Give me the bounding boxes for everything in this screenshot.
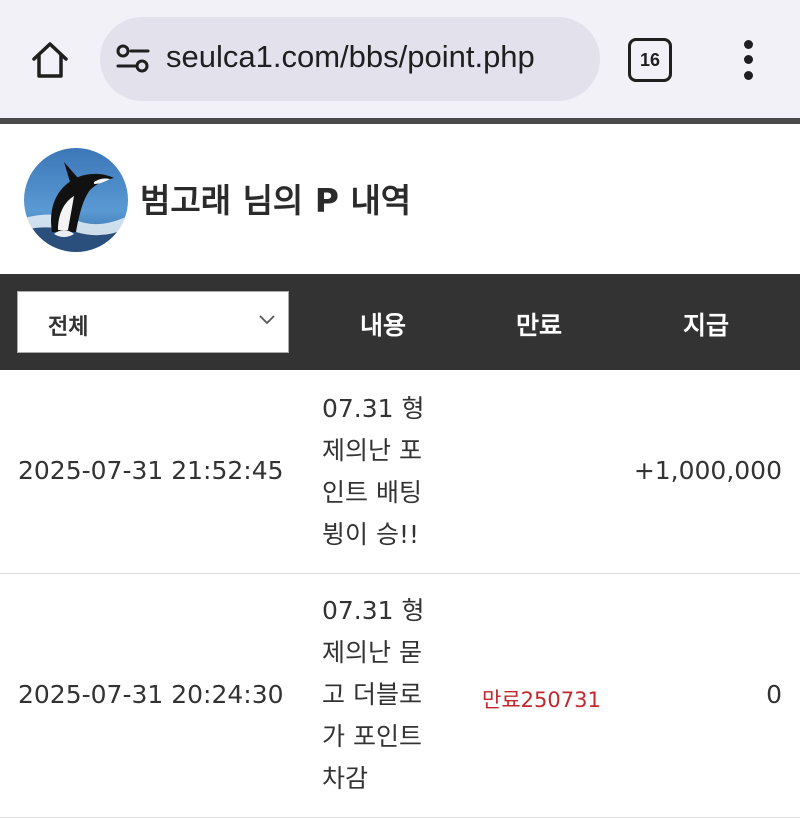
tune-icon[interactable]: [116, 43, 150, 75]
row-content-line: 고 더블로: [322, 680, 422, 709]
row-content-line: 뷩이 승!!: [322, 520, 419, 549]
row-amount: +1,000,000: [633, 456, 782, 485]
row-expire: 만료250731: [482, 688, 601, 712]
table-row: 2025-07-31 21:52:45 07.31 형 제의난 포 인트 배팅 …: [0, 370, 800, 574]
chevron-down-icon: [259, 315, 275, 325]
avatar[interactable]: [24, 148, 128, 252]
address-bar[interactable]: seulca1.com/bbs/point.php: [100, 17, 600, 101]
url-text[interactable]: seulca1.com/bbs/point.php: [166, 39, 535, 75]
table-row: 2025-07-31 20:24:30 07.31 형 제의난 묻 고 더블로 …: [0, 574, 800, 818]
row-amount: 0: [766, 680, 782, 709]
column-header-content: 내용: [360, 311, 407, 340]
row-datetime: 2025-07-31 21:52:45: [18, 456, 284, 485]
profile-header: 범고래 님의 P 내역: [0, 124, 800, 274]
row-content: 07.31 형 제의난 묻 고 더블로 가 포인트 차감: [322, 590, 434, 800]
filter-dropdown[interactable]: 전체: [17, 291, 289, 353]
row-content-line: 07.31 형: [322, 596, 425, 625]
column-header-amount: 지급: [683, 311, 730, 340]
tab-count: 16: [639, 49, 661, 70]
row-content-line: 제의난 포: [322, 436, 422, 465]
more-vert-icon[interactable]: [734, 38, 764, 82]
page-title: 범고래 님의 P 내역: [140, 181, 412, 220]
tab-switcher-icon[interactable]: 16: [628, 38, 672, 82]
row-content-line: 07.31 형: [322, 394, 425, 423]
row-datetime: 2025-07-31 20:24:30: [18, 680, 284, 709]
row-content-line: 인트 배팅: [322, 478, 422, 507]
home-icon[interactable]: [28, 38, 72, 82]
column-header-expire: 만료: [516, 311, 563, 340]
row-content-line: 제의난 묻: [322, 638, 422, 667]
filter-selected-value: 전체: [48, 315, 89, 340]
row-content-line: 차감: [322, 764, 369, 793]
browser-toolbar: seulca1.com/bbs/point.php 16: [0, 0, 800, 118]
row-content: 07.31 형 제의난 포 인트 배팅 뷩이 승!!: [322, 388, 434, 556]
table-header: 전체 내용 만료 지급: [0, 274, 800, 370]
row-content-line: 가 포인트: [322, 722, 422, 751]
